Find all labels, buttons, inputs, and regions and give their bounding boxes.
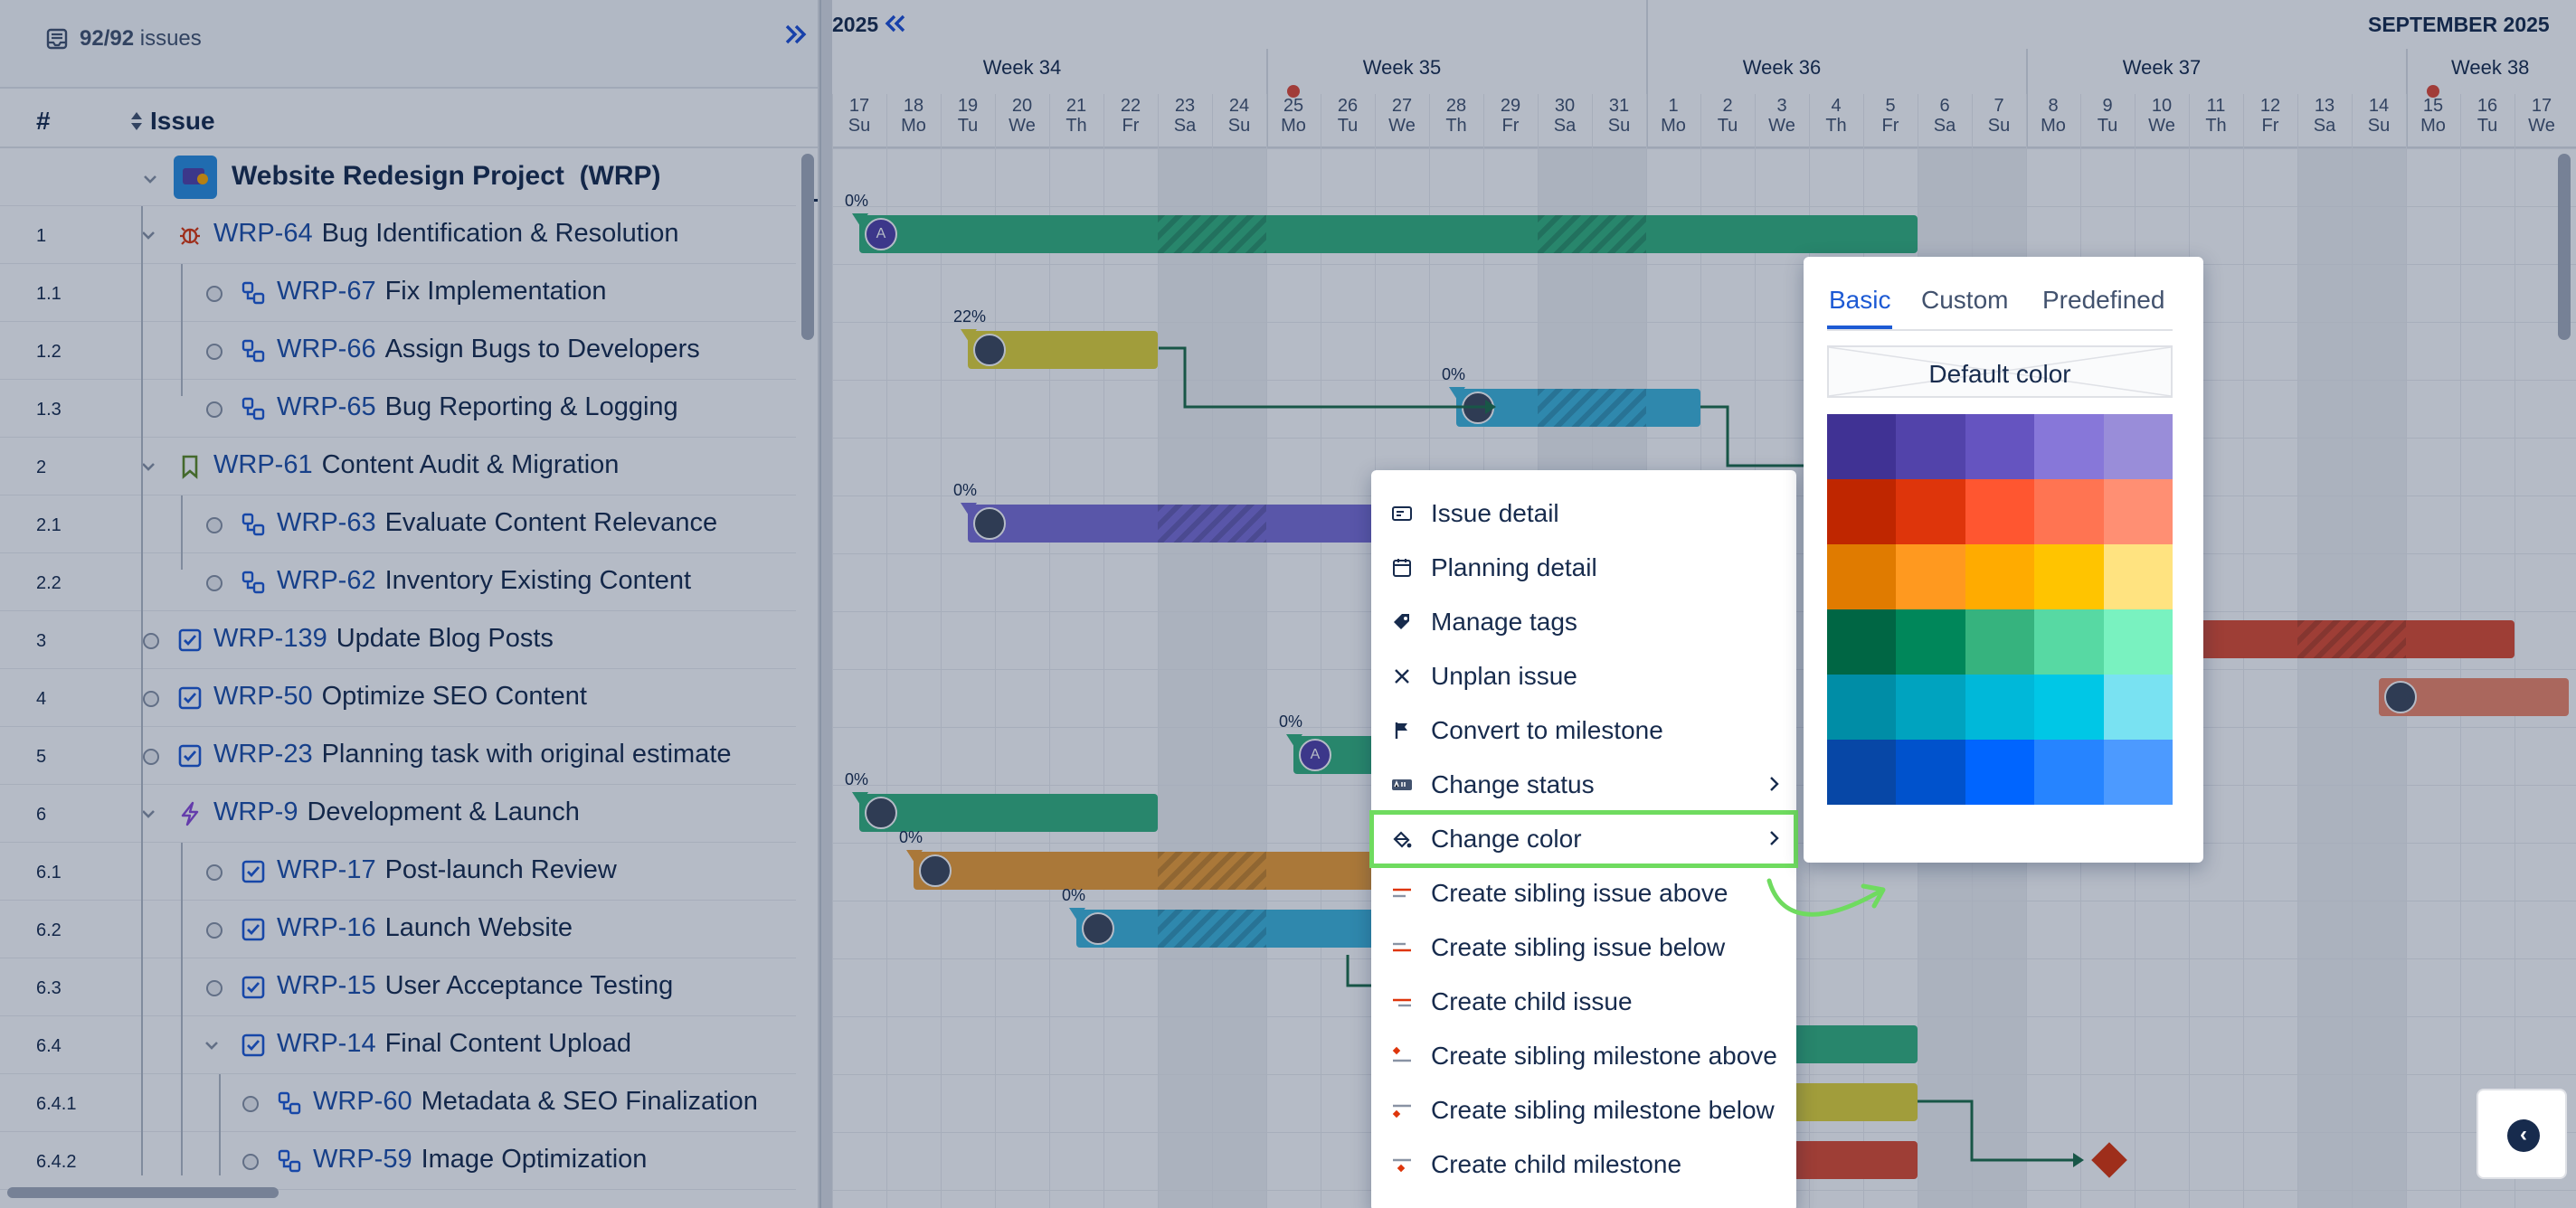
color-swatch[interactable] [2034, 609, 2104, 675]
close-icon [1395, 669, 1409, 684]
color-swatch[interactable] [2034, 740, 2104, 805]
color-swatch[interactable] [1896, 414, 1965, 479]
menu-item-label: Unplan issue [1431, 662, 1577, 690]
menu-item-change-status[interactable]: Change status [1371, 758, 1796, 812]
default-color-label: Default color [1928, 360, 2071, 388]
color-swatch[interactable] [2034, 544, 2104, 609]
color-swatch[interactable] [1827, 544, 1897, 609]
menu-item-planning-detail[interactable]: Planning detail [1371, 541, 1796, 595]
color-swatch[interactable] [2103, 740, 2173, 805]
sibling-below-icon [1393, 942, 1411, 952]
color-swatch[interactable] [2103, 414, 2173, 479]
menu-item-create-child-issue[interactable]: Create child issue [1371, 975, 1796, 1029]
chevron-right-icon [1770, 831, 1779, 845]
menu-item-label: Change status [1431, 770, 1595, 798]
color-swatch[interactable] [1965, 675, 2035, 740]
menu-item-create-sibling-issue-below[interactable]: Create sibling issue below [1371, 920, 1796, 975]
tab-predefined[interactable]: Predefined [2042, 286, 2164, 315]
sibling-above-icon [1393, 888, 1411, 898]
tab-divider [1827, 329, 2173, 331]
menu-item-label: Manage tags [1431, 608, 1577, 636]
expand-panel-button[interactable]: ‹ [2477, 1089, 2567, 1179]
color-swatch[interactable] [2034, 414, 2104, 479]
detail-icon [1392, 506, 1412, 521]
menu-item-label: Create child milestone [1431, 1150, 1682, 1178]
color-swatch[interactable] [1827, 740, 1897, 805]
color-swatch[interactable] [1896, 740, 1965, 805]
pointer-arrow-icon [1766, 878, 1886, 917]
flag-icon [1395, 722, 1407, 739]
menu-item-create-sibling-milestone-below[interactable]: Create sibling milestone below [1371, 1083, 1796, 1137]
color-swatch[interactable] [1896, 609, 1965, 675]
chevron-left-icon: ‹ [2507, 1119, 2540, 1152]
color-swatch[interactable] [1827, 609, 1897, 675]
color-swatch[interactable] [2103, 609, 2173, 675]
menu-item-unplan-issue[interactable]: Unplan issue [1371, 649, 1796, 703]
menu-item-label: Change color [1431, 825, 1582, 853]
menu-item-label: Create sibling milestone below [1431, 1096, 1775, 1124]
menu-item-create-sibling-milestone-above[interactable]: Create sibling milestone above [1371, 1029, 1796, 1083]
status-icon [1392, 779, 1412, 790]
color-swatch[interactable] [2103, 479, 2173, 544]
menu-item-issue-detail[interactable]: Issue detail [1371, 486, 1796, 541]
color-picker-panel: Basic Custom Predefined Default color [1804, 257, 2203, 863]
tab-custom[interactable]: Custom [1921, 286, 2008, 315]
color-swatch[interactable] [1896, 479, 1965, 544]
menu-item-label: Create child issue [1431, 987, 1633, 1015]
menu-item-manage-tags[interactable]: Manage tags [1371, 595, 1796, 649]
color-swatch[interactable] [1896, 544, 1965, 609]
chevron-right-icon [1770, 777, 1779, 791]
color-swatch[interactable] [2034, 675, 2104, 740]
child-milestone-icon [1393, 1158, 1411, 1173]
tab-basic[interactable]: Basic [1829, 286, 1890, 315]
gantt-app: 92/92 issues # Issue Website Redesign Pr… [0, 0, 2576, 1208]
color-swatch[interactable] [1827, 479, 1897, 544]
color-swatch[interactable] [2103, 675, 2173, 740]
tag-icon [1394, 614, 1409, 629]
menu-item-label: Create sibling issue above [1431, 879, 1728, 907]
color-swatch[interactable] [1827, 675, 1897, 740]
default-color-button[interactable]: Default color [1827, 345, 2173, 398]
menu-item-label: Create sibling issue below [1431, 933, 1726, 961]
menu-item-create-sibling-issue-above[interactable]: Create sibling issue above [1371, 866, 1796, 920]
menu-item-create-child-milestone[interactable]: Create child milestone [1371, 1137, 1796, 1192]
menu-item-convert-to-milestone[interactable]: Convert to milestone [1371, 703, 1796, 758]
color-swatch[interactable] [1965, 479, 2035, 544]
color-swatch[interactable] [2103, 544, 2173, 609]
milestone-below-icon [1392, 1104, 1411, 1118]
active-tab-indicator [1827, 326, 1892, 329]
paint-bucket-icon [1393, 831, 1412, 848]
color-swatch[interactable] [1965, 544, 2035, 609]
menu-item-label: Create sibling milestone above [1431, 1042, 1777, 1070]
menu-item-label: Issue detail [1431, 499, 1559, 527]
context-menu: Issue detail Planning detail Manage tags Un… [1369, 470, 1798, 1208]
color-swatch[interactable] [2034, 479, 2104, 544]
color-swatch[interactable] [1896, 675, 1965, 740]
child-issue-icon [1393, 998, 1411, 1007]
menu-item-label: Planning detail [1431, 553, 1597, 581]
color-swatch-grid [1827, 414, 2173, 805]
color-swatch[interactable] [1965, 740, 2035, 805]
calendar-icon [1393, 559, 1411, 577]
menu-item-label: Convert to milestone [1431, 716, 1663, 744]
color-swatch[interactable] [1965, 609, 2035, 675]
color-swatch[interactable] [1965, 414, 2035, 479]
menu-item-change-color[interactable]: Change color [1369, 810, 1798, 868]
milestone-above-icon [1392, 1046, 1411, 1062]
color-swatch[interactable] [1827, 414, 1897, 479]
